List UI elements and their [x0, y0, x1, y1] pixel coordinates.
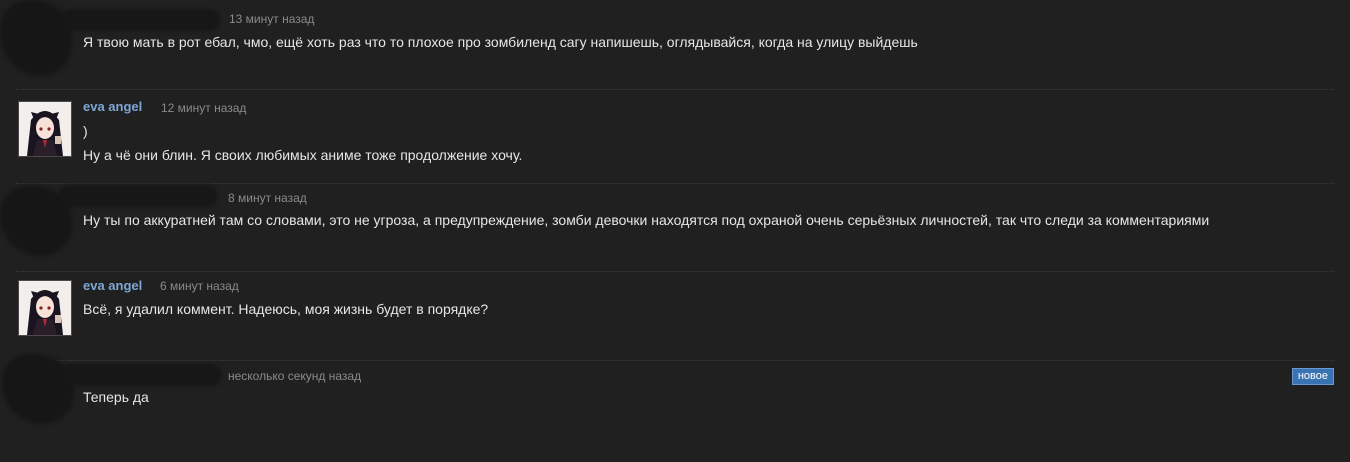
anime-avatar-icon: [19, 102, 71, 156]
comment-text: ): [83, 123, 88, 139]
comment-text: Я твою мать в рот ебал, чмо, ещё хоть ра…: [83, 34, 918, 50]
comment-text: Ну а чё они блин. Я своих любимых аниме …: [83, 147, 523, 163]
comment-timestamp: 13 минут назад: [229, 12, 315, 26]
avatar[interactable]: [18, 280, 72, 336]
comment-timestamp: 8 минут назад: [228, 191, 307, 205]
comment-divider: [16, 360, 1334, 361]
redacted-author-name: [60, 9, 220, 31]
redacted-avatar: [0, 0, 72, 76]
comment-divider: [16, 271, 1334, 272]
comment-timestamp: несколько секунд назад: [228, 369, 362, 383]
comment-divider: [16, 89, 1334, 90]
new-comment-badge: новое: [1291, 368, 1334, 385]
comment-text: Теперь да: [83, 389, 149, 405]
redacted-avatar: [2, 354, 74, 424]
comment-divider: [16, 183, 1334, 184]
anime-avatar-icon: [19, 281, 71, 335]
redacted-author-name: [60, 364, 222, 386]
comment-author-link[interactable]: eva angel: [83, 99, 142, 114]
comment-timestamp: 12 минут назад: [161, 101, 247, 115]
comment-text: Всё, я удалил коммент. Надеюсь, моя жизн…: [83, 301, 489, 317]
avatar[interactable]: [18, 101, 72, 157]
redacted-author-name: [58, 185, 218, 207]
comment-text: Ну ты по аккуратней там со словами, это …: [83, 212, 1210, 228]
comment-author-link[interactable]: eva angel: [83, 278, 142, 293]
comment-timestamp: 6 минут назад: [160, 279, 239, 293]
